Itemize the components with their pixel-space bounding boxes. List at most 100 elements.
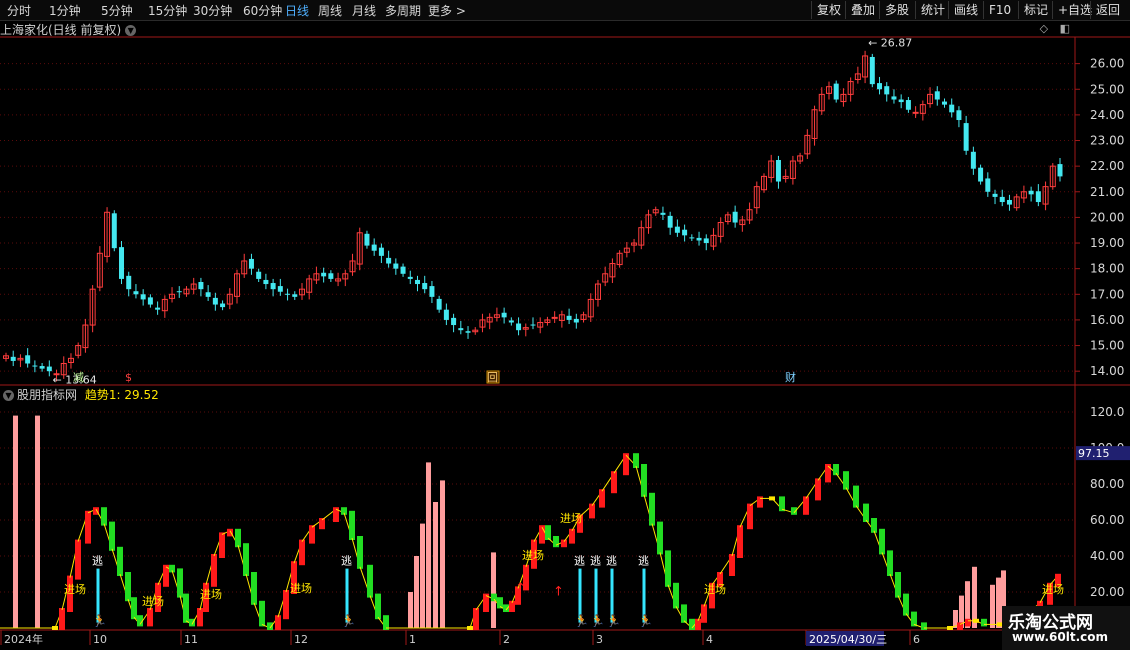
- candle-body: [386, 257, 392, 264]
- price-tick-label: 25.00: [1090, 82, 1124, 96]
- escape-label: 逃: [638, 555, 649, 568]
- price-tick-label: 19.00: [1090, 236, 1124, 250]
- volume-bar: [990, 584, 995, 628]
- candle-body: [198, 281, 204, 290]
- trend-step-block: [689, 618, 695, 630]
- candle-body: [126, 275, 132, 290]
- time-axis-label: 10: [93, 633, 107, 646]
- trend-step-block: [131, 597, 137, 620]
- volume-bar: [414, 556, 419, 628]
- up-arrow-icon: ↑: [553, 585, 564, 600]
- trend-step-block: [815, 478, 821, 501]
- escape-label: 逃: [92, 555, 103, 568]
- candle-body: [429, 286, 435, 297]
- indicator-title-bar: ▼ 股朋指标网 趋势1: 29.52: [0, 386, 159, 402]
- trend-step-block: [665, 550, 671, 587]
- current-value-label: 97.15: [1078, 447, 1110, 460]
- candle-body: [407, 276, 413, 279]
- candle-body: [501, 312, 507, 318]
- candle-body: [667, 215, 673, 228]
- price-tick-label: 21.00: [1090, 185, 1124, 199]
- candle-body: [119, 247, 125, 279]
- trend-step-block: [309, 525, 315, 544]
- trend-step-block: [611, 471, 617, 494]
- chart-canvas: 26.00 25.00 24.00 23.00 22.00 21.00 20.00 19.00…: [0, 36, 1130, 646]
- trend-step-block: [109, 521, 115, 551]
- candle-body: [400, 266, 406, 274]
- candle-body: [869, 56, 875, 85]
- trend-step-block: [803, 496, 809, 515]
- candle-body: [364, 233, 370, 246]
- trend-step-block: [843, 471, 849, 490]
- trend-step-block: [101, 507, 107, 526]
- candle-body: [1028, 190, 1034, 195]
- candle-body: [10, 356, 16, 361]
- chevron-down-icon[interactable]: ▼: [125, 25, 137, 36]
- trend-step-block: [633, 453, 639, 468]
- indicator-tick-label: 40.00: [1090, 549, 1124, 563]
- time-axis-label: 11: [184, 633, 198, 646]
- trend-step-block: [871, 518, 877, 533]
- trend-step-block: [895, 572, 901, 598]
- candle-body: [1035, 191, 1041, 203]
- event-marker-0: 减: [73, 371, 84, 384]
- candle-body: [436, 298, 442, 310]
- indicator-name[interactable]: 股朋指标网: [17, 388, 77, 402]
- time-axis-label: 3: [596, 633, 603, 646]
- trend-step-block: [219, 532, 225, 558]
- candle-body: [884, 86, 890, 95]
- candle-body: [321, 272, 327, 277]
- candle-body: [985, 178, 991, 192]
- trend-step-block: [183, 593, 189, 623]
- trend-step-block: [599, 489, 605, 508]
- watermark-url: www.60lt.com: [1012, 630, 1109, 644]
- time-axis-label: 12: [294, 633, 308, 646]
- enter-label: 进场: [200, 587, 222, 601]
- candle-body: [978, 167, 984, 182]
- chevron-down-icon[interactable]: ▼: [3, 390, 14, 401]
- candle-body: [1057, 164, 1063, 177]
- candle-body: [443, 309, 449, 320]
- candle-body: [422, 283, 428, 290]
- candle-body: [371, 244, 377, 251]
- candle-body: [212, 297, 218, 305]
- trend-step-block: [59, 608, 65, 630]
- trend-step-block: [747, 503, 753, 530]
- trend-step-block: [545, 525, 551, 540]
- candle-body: [263, 279, 269, 285]
- price-tick-label: 26.00: [1090, 57, 1124, 71]
- price-tick-label: 17.00: [1090, 287, 1124, 301]
- candle-body: [941, 101, 947, 105]
- running-figure-icon: 🏃: [590, 614, 605, 628]
- trend-step-block: [197, 608, 203, 627]
- up-arrow-icon: ↑: [515, 581, 526, 596]
- trend-step-block: [491, 593, 497, 602]
- candle-body: [256, 271, 262, 279]
- trend-step-block: [673, 582, 679, 609]
- trend-step-block: [375, 593, 381, 620]
- candle-body: [220, 303, 226, 308]
- candle-body: [414, 279, 420, 285]
- candle-body: [393, 263, 399, 269]
- maximize-icon[interactable]: ◧: [1060, 22, 1070, 35]
- trend-step-block: [235, 528, 241, 548]
- candle-body: [25, 355, 31, 364]
- trend-step-block: [177, 568, 183, 598]
- diamond-icon[interactable]: ◇: [1040, 22, 1048, 35]
- trend-step-block: [623, 453, 629, 476]
- trend-step-block: [259, 600, 265, 627]
- enter-label: 进场: [522, 548, 544, 562]
- candle-body: [140, 294, 146, 300]
- volume-bar: [408, 592, 413, 628]
- running-figure-icon: 🏃: [574, 614, 589, 628]
- window-controls: ◇ ◧: [1032, 22, 1070, 35]
- trend-step-block: [117, 546, 123, 576]
- trend-step-block: [283, 590, 289, 620]
- candle-body: [277, 286, 283, 292]
- candle-body: [285, 293, 291, 295]
- candle-body: [205, 292, 211, 297]
- candle-body: [516, 323, 522, 331]
- watermark-logo: 乐淘公式网 www.60lt.com: [1002, 606, 1130, 650]
- trend-step-block: [737, 525, 743, 558]
- candle-body: [378, 247, 384, 256]
